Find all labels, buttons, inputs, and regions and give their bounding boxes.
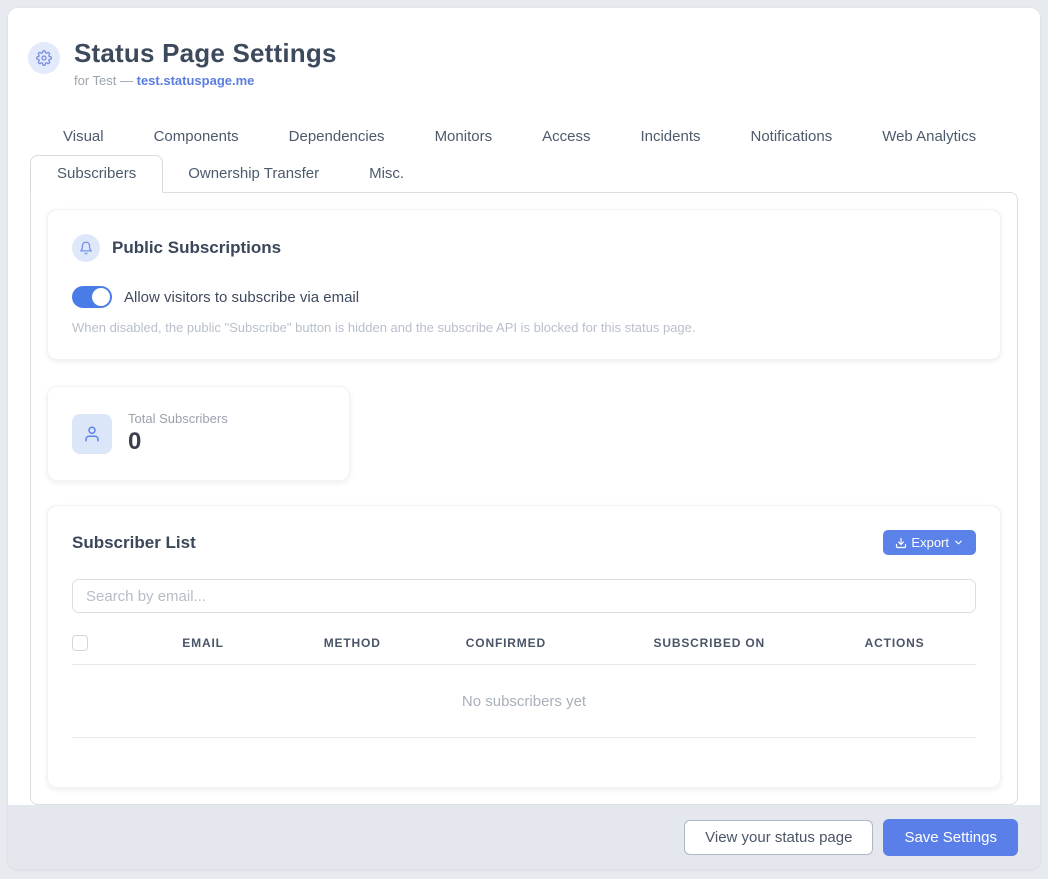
tab-subscribers[interactable]: Subscribers (30, 155, 163, 193)
tab-monitors[interactable]: Monitors (435, 124, 493, 149)
view-status-page-button[interactable]: View your status page (684, 820, 873, 855)
footer-action-bar: View your status page Save Settings (8, 805, 1040, 869)
total-subscribers-label: Total Subscribers (128, 411, 228, 426)
page-subtitle: for Test — test.statuspage.me (74, 73, 337, 88)
column-header-subscribed-on[interactable]: SUBSCRIBED ON (605, 636, 813, 650)
page-header: Status Page Settings for Test — test.sta… (8, 8, 1040, 88)
tab-web-analytics[interactable]: Web Analytics (882, 124, 976, 149)
tab-dependencies[interactable]: Dependencies (289, 124, 385, 149)
status-page-link[interactable]: test.statuspage.me (137, 73, 255, 88)
subscribe-helper-text: When disabled, the public "Subscribe" bu… (72, 320, 976, 335)
save-settings-button[interactable]: Save Settings (883, 819, 1018, 856)
public-subscriptions-title: Public Subscriptions (112, 238, 281, 258)
subscriber-list-title: Subscriber List (72, 533, 196, 553)
chevron-down-icon (953, 537, 964, 548)
allow-subscribe-toggle[interactable] (72, 286, 112, 308)
total-subscribers-card: Total Subscribers 0 (47, 386, 350, 481)
export-button-label: Export (911, 535, 949, 550)
search-input[interactable] (72, 579, 976, 613)
select-all-checkbox[interactable] (72, 635, 88, 651)
column-header-confirmed[interactable]: CONFIRMED (406, 636, 605, 650)
page-title: Status Page Settings (74, 38, 337, 69)
gear-icon (28, 42, 60, 74)
subscriber-list-card: Subscriber List Export EMAIL METHOD CONF… (47, 505, 1001, 788)
tab-visual[interactable]: Visual (63, 124, 104, 149)
status-page-settings-window: Status Page Settings for Test — test.sta… (8, 8, 1040, 869)
tab-bar-secondary: Subscribers Ownership Transfer Misc. (30, 155, 1018, 192)
column-header-method[interactable]: METHOD (298, 636, 406, 650)
empty-table-message: No subscribers yet (72, 665, 976, 738)
column-header-actions[interactable]: ACTIONS (813, 636, 976, 650)
public-subscriptions-card: Public Subscriptions Allow visitors to s… (47, 209, 1001, 360)
toggle-knob (92, 288, 110, 306)
tab-misc[interactable]: Misc. (344, 156, 429, 192)
total-subscribers-value: 0 (128, 428, 228, 456)
tab-bar-primary: Visual Components Dependencies Monitors … (8, 124, 1040, 149)
tab-components[interactable]: Components (154, 124, 239, 149)
column-header-email[interactable]: EMAIL (108, 636, 298, 650)
tab-access[interactable]: Access (542, 124, 590, 149)
tab-incidents[interactable]: Incidents (640, 124, 700, 149)
page-subtitle-prefix: for Test — (74, 73, 137, 88)
user-icon (72, 414, 112, 454)
tab-notifications[interactable]: Notifications (751, 124, 833, 149)
tab-ownership-transfer[interactable]: Ownership Transfer (163, 156, 344, 192)
export-button[interactable]: Export (883, 530, 976, 555)
subscriber-table-header: EMAIL METHOD CONFIRMED SUBSCRIBED ON ACT… (72, 635, 976, 665)
subscribers-tab-panel: Public Subscriptions Allow visitors to s… (30, 192, 1018, 805)
allow-subscribe-label: Allow visitors to subscribe via email (124, 289, 359, 306)
bell-icon (72, 234, 100, 262)
download-icon (895, 537, 907, 549)
